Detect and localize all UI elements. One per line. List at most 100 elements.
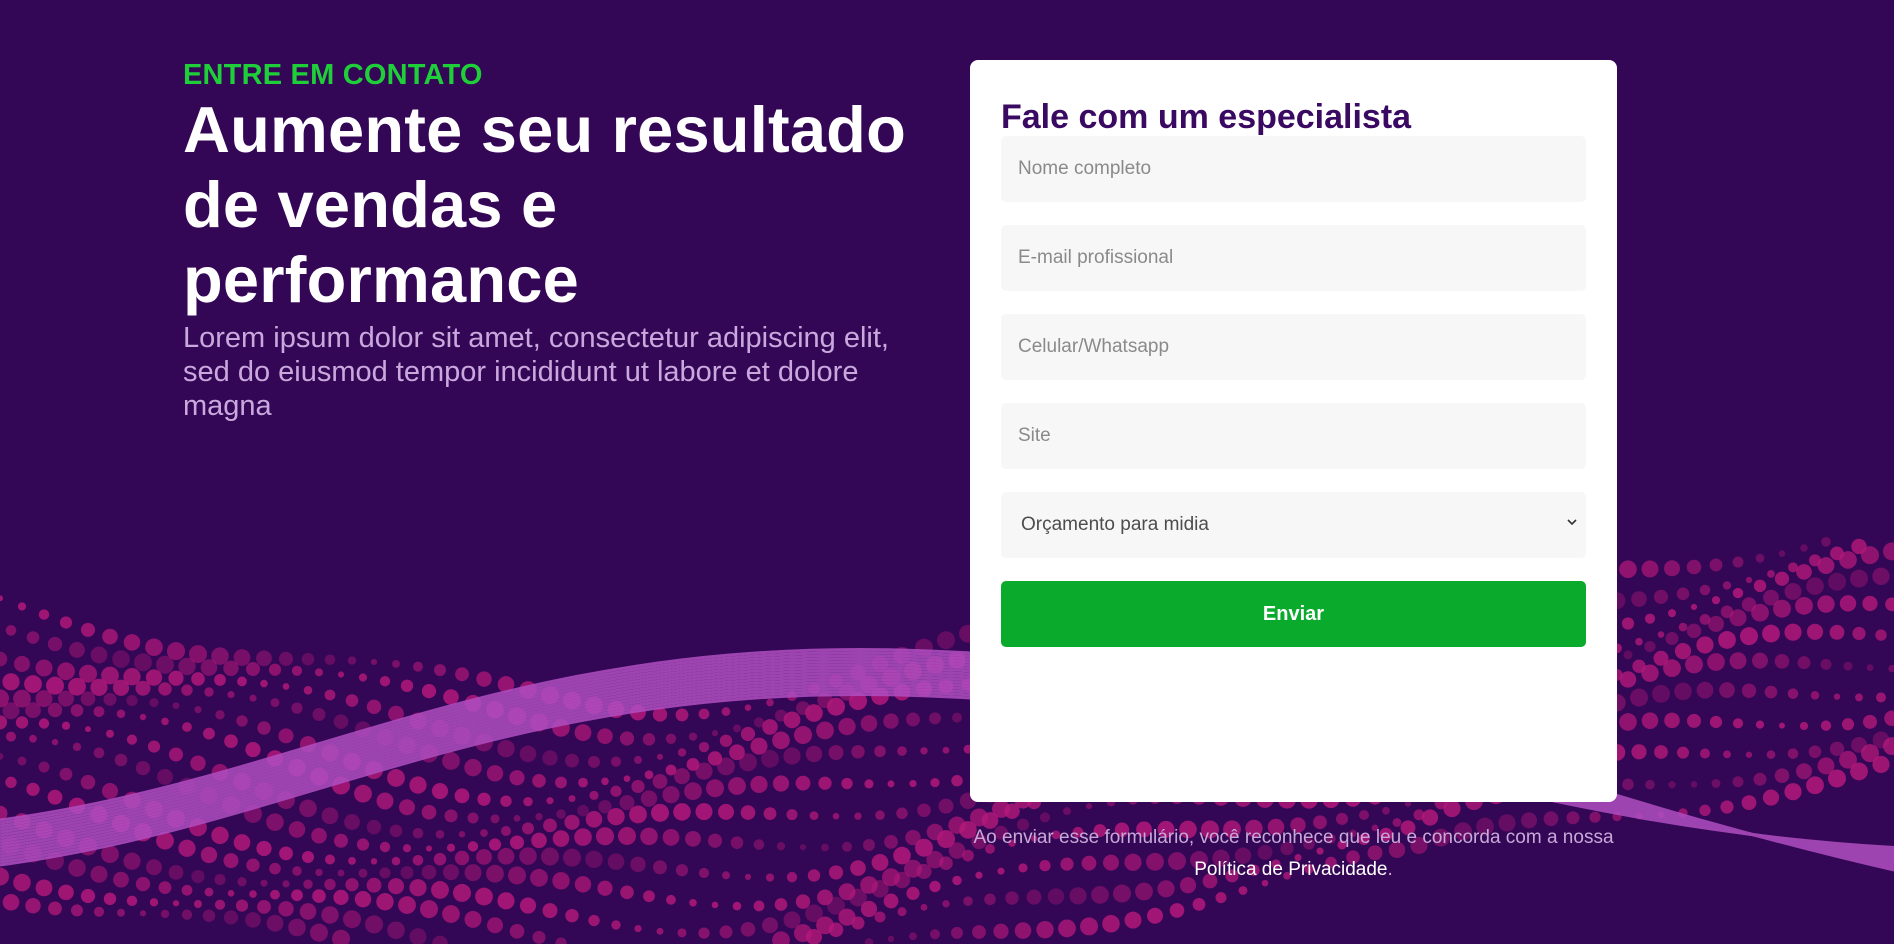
wave-dot — [266, 914, 284, 932]
wave-dot — [750, 775, 768, 794]
wave-dot — [1215, 892, 1227, 904]
wave-dot — [543, 818, 557, 833]
wave-dot — [366, 877, 382, 893]
wave-dot — [172, 702, 180, 710]
wave-dot — [827, 697, 845, 716]
wave-dot — [629, 805, 647, 824]
wave-dot — [79, 664, 97, 683]
wave-dot — [487, 917, 503, 934]
wave-dot — [883, 893, 899, 909]
wave-dot — [114, 753, 128, 767]
wave-dot — [1631, 591, 1647, 607]
wave-dot — [1644, 641, 1656, 653]
wave-dot — [257, 721, 271, 735]
wave-dot — [113, 871, 129, 888]
hero-lead: Lorem ipsum dolor sit amet, consectetur … — [183, 322, 889, 422]
wave-dot — [1773, 599, 1791, 618]
wave-dot — [684, 782, 702, 801]
wave-dot — [278, 651, 294, 666]
wave-dot — [168, 670, 184, 686]
wave-dot — [126, 694, 138, 707]
wave-dot — [623, 775, 631, 782]
wave-dot — [652, 773, 668, 789]
wave-dot — [47, 636, 63, 652]
wave-dot — [246, 662, 260, 677]
wave-dot — [711, 901, 719, 909]
wave-dot — [256, 840, 272, 857]
wave-dot — [1863, 714, 1877, 729]
wave-dot — [618, 826, 636, 845]
wave-dot — [182, 722, 192, 732]
wave-dot — [828, 922, 844, 938]
wave-dot — [1664, 560, 1680, 577]
wave-dot — [214, 674, 226, 686]
wave-dot — [656, 927, 664, 935]
wave-dot — [1709, 558, 1723, 572]
submit-button[interactable]: Enviar — [1001, 581, 1586, 647]
wave-dot — [1644, 613, 1656, 624]
wave-dot — [577, 804, 589, 817]
wave-dot — [1828, 769, 1846, 788]
wave-dot — [634, 924, 642, 933]
wave-dot — [288, 821, 306, 838]
wave-dot — [1047, 888, 1065, 905]
wave-dot — [103, 692, 117, 706]
wave-dot — [333, 889, 349, 905]
wave-dot — [740, 805, 756, 820]
site-field[interactable] — [1001, 403, 1586, 469]
wave-dot — [761, 749, 779, 768]
wave-dot — [1657, 631, 1665, 638]
wave-dot — [433, 852, 447, 866]
wave-dot — [93, 747, 105, 759]
wave-dot — [1668, 609, 1676, 618]
wave-dot — [93, 706, 105, 717]
wave-dot — [1806, 623, 1824, 640]
phone-field[interactable] — [1001, 314, 1586, 380]
wave-dot — [1080, 917, 1098, 936]
wave-dot — [59, 616, 73, 629]
wave-dot — [1767, 570, 1775, 578]
wave-dot — [5, 625, 17, 636]
wave-dot — [126, 895, 138, 907]
wave-dot — [337, 671, 345, 678]
wave-dot — [1674, 643, 1692, 660]
wave-dot — [1732, 587, 1744, 599]
wave-dot — [160, 909, 170, 919]
wave-dot — [963, 896, 973, 906]
wave-dot — [324, 654, 336, 666]
privacy-disclaimer: Ao enviar esse formulário, você reconhec… — [970, 822, 1617, 886]
wave-dot — [169, 747, 183, 762]
wave-dot — [315, 868, 323, 877]
email-field[interactable] — [1001, 225, 1586, 291]
wave-dot — [993, 923, 1009, 939]
budget-select[interactable]: Orçamento para midia — [1001, 492, 1586, 558]
wave-dot — [519, 897, 537, 914]
wave-dot — [677, 928, 687, 938]
wave-dot — [0, 752, 4, 760]
wave-dot — [893, 871, 911, 889]
wave-dot — [1795, 596, 1813, 615]
wave-dot — [279, 846, 293, 861]
wave-dot — [1808, 745, 1822, 759]
wave-dot — [1755, 720, 1765, 729]
wave-dot — [610, 756, 622, 767]
privacy-policy-link[interactable]: Política de Privacidade — [1194, 859, 1387, 880]
wave-dot — [1630, 688, 1648, 707]
wave-dot — [530, 868, 548, 887]
wave-dot — [1619, 560, 1637, 578]
wave-dot — [897, 746, 907, 756]
wave-dot — [799, 844, 807, 851]
wave-dot — [1619, 671, 1637, 688]
wave-dot — [860, 715, 878, 732]
wave-dot — [204, 887, 214, 897]
wave-dot — [917, 803, 931, 818]
wave-dot — [722, 871, 730, 880]
wave-dot — [80, 691, 96, 707]
wave-dot — [763, 807, 777, 820]
wave-dot — [158, 881, 172, 894]
name-field[interactable] — [1001, 136, 1586, 202]
wave-dot — [744, 873, 752, 880]
wave-dot — [278, 728, 294, 744]
wave-dot — [1676, 587, 1690, 601]
wave-dot — [733, 724, 741, 733]
